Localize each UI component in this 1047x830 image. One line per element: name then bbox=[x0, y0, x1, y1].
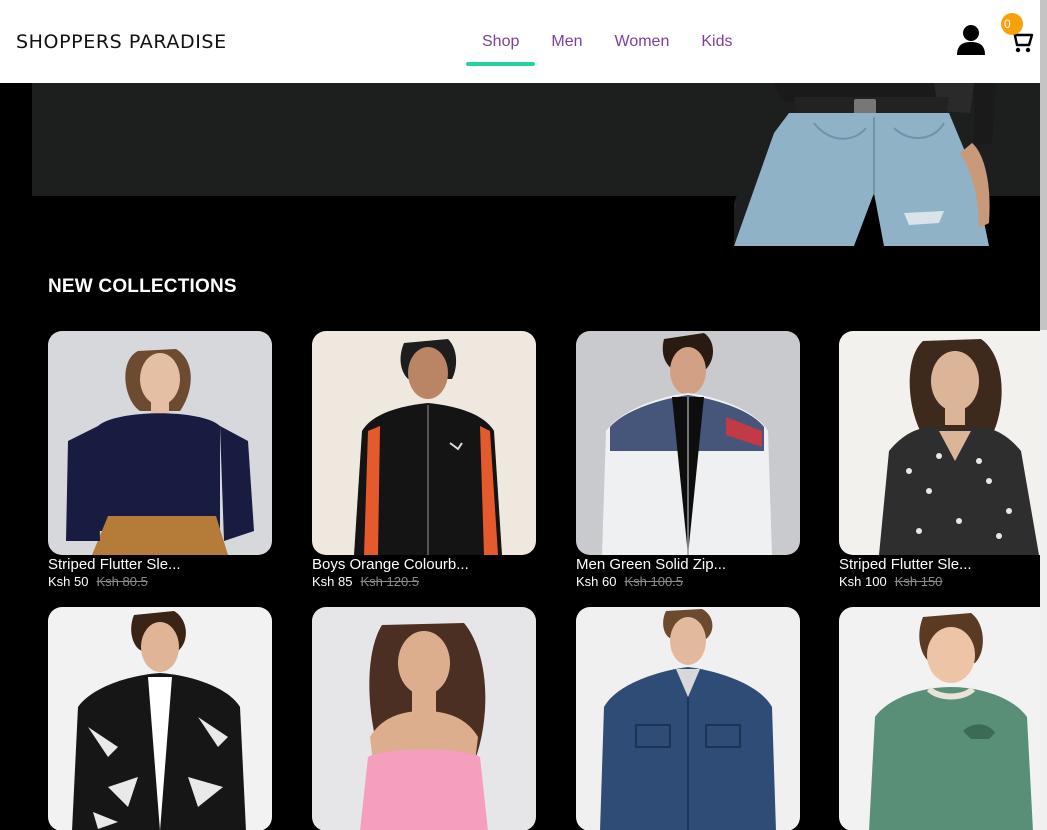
product-card[interactable]: Boys Orange Colourb... Ksh 85 Ksh 120.5 bbox=[312, 331, 536, 589]
brand-logo[interactable]: SHOPPERS PARADISE bbox=[16, 31, 227, 53]
old-price: Ksh 100.5 bbox=[624, 574, 684, 589]
product-image[interactable] bbox=[839, 607, 1047, 830]
product-image[interactable] bbox=[576, 331, 800, 555]
product-price: Ksh 100 Ksh 150 bbox=[839, 574, 1047, 589]
current-price: Ksh 100 bbox=[839, 574, 887, 589]
top-navbar: SHOPPERS PARADISE Shop Men Women Kids 0 bbox=[0, 0, 1040, 83]
user-icon[interactable] bbox=[956, 24, 986, 56]
product-name[interactable]: Men Green Solid Zip... bbox=[576, 556, 800, 573]
product-card[interactable]: Men Green Solid Zip... Ksh 60 Ksh 100.5 bbox=[576, 331, 800, 589]
old-price: Ksh 80.5 bbox=[96, 574, 148, 589]
current-price: Ksh 60 bbox=[576, 574, 617, 589]
nav-shop[interactable]: Shop bbox=[466, 0, 536, 83]
product-card[interactable]: Striped Flutter Sle... Ksh 100 Ksh 150 bbox=[839, 331, 1047, 589]
product-name[interactable]: Boys Orange Colourb... bbox=[312, 556, 536, 573]
product-image[interactable] bbox=[48, 331, 272, 555]
product-card[interactable] bbox=[576, 607, 800, 830]
old-price: Ksh 150 bbox=[894, 574, 943, 589]
scrollbar-thumb[interactable] bbox=[1040, 0, 1047, 330]
product-image[interactable] bbox=[48, 607, 272, 830]
product-image[interactable] bbox=[312, 331, 536, 555]
cart-count-badge: 0 bbox=[1001, 13, 1023, 35]
nav-women[interactable]: Women bbox=[599, 0, 686, 83]
product-card[interactable] bbox=[312, 607, 536, 830]
product-card[interactable]: Striped Flutter Sle... Ksh 50 Ksh 80.5 bbox=[48, 331, 272, 589]
product-image[interactable] bbox=[576, 607, 800, 830]
nav-men[interactable]: Men bbox=[535, 0, 598, 83]
nav-kids[interactable]: Kids bbox=[685, 0, 748, 83]
page: SHOPPERS PARADISE Shop Men Women Kids 0 bbox=[0, 0, 1047, 830]
product-image[interactable] bbox=[312, 607, 536, 830]
product-price: Ksh 60 Ksh 100.5 bbox=[576, 574, 800, 589]
product-price: Ksh 85 Ksh 120.5 bbox=[312, 574, 536, 589]
current-price: Ksh 85 bbox=[312, 574, 353, 589]
section-title: NEW COLLECTIONS bbox=[48, 276, 237, 297]
product-name[interactable]: Striped Flutter Sle... bbox=[839, 556, 1047, 573]
product-card[interactable] bbox=[48, 607, 272, 830]
product-image[interactable] bbox=[839, 331, 1047, 555]
product-card[interactable] bbox=[839, 607, 1047, 830]
hero-model-image bbox=[734, 83, 996, 246]
product-name[interactable]: Striped Flutter Sle... bbox=[48, 556, 272, 573]
current-price: Ksh 50 bbox=[48, 574, 89, 589]
main-nav: Shop Men Women Kids bbox=[466, 0, 748, 83]
old-price: Ksh 120.5 bbox=[360, 574, 420, 589]
product-price: Ksh 50 Ksh 80.5 bbox=[48, 574, 272, 589]
